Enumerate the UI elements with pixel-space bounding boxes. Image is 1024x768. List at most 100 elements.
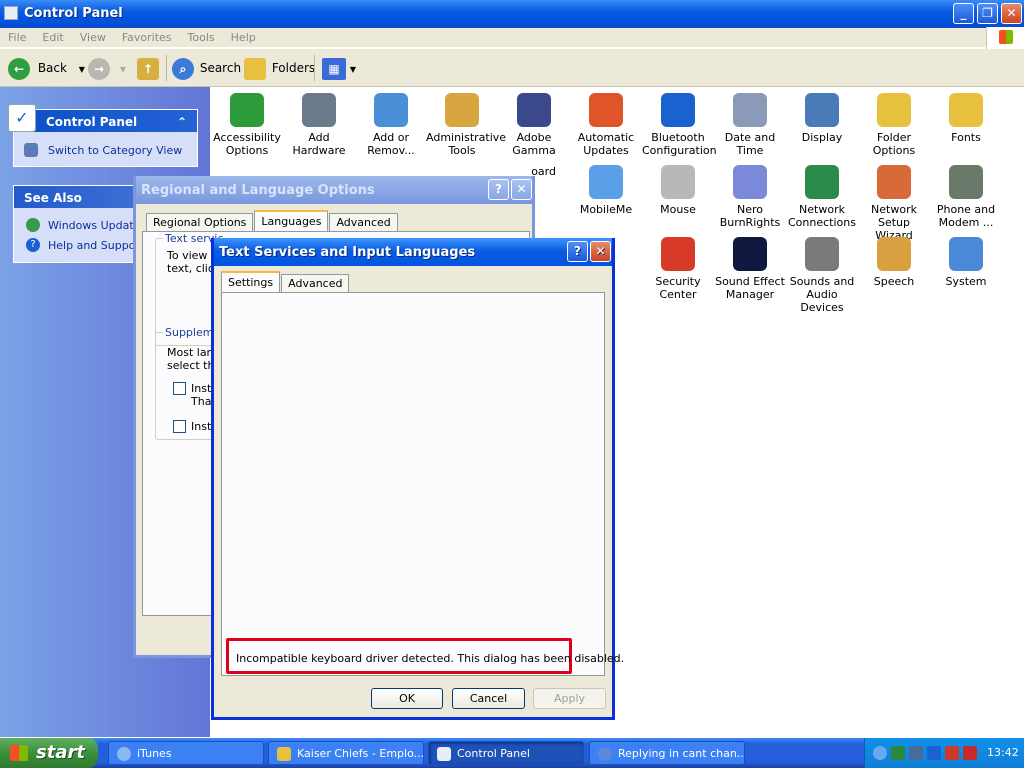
tab-advanced[interactable]: Advanced xyxy=(281,274,350,292)
taskbar-item-kaiser-chiefs[interactable]: Kaiser Chiefs - Emplo... xyxy=(268,741,424,765)
menu-favorites[interactable]: Favorites xyxy=(114,28,180,44)
views-dropdown-icon[interactable]: ▼ xyxy=(350,65,356,74)
cp-item-add-hardware[interactable]: Add Hardware xyxy=(283,93,355,157)
cp-item-speech[interactable]: Speech xyxy=(858,237,930,288)
menu-help[interactable]: Help xyxy=(223,28,264,44)
cp-item-security-center[interactable]: Security Center xyxy=(642,237,714,301)
close-button[interactable]: ✕ xyxy=(1001,3,1022,24)
taskbar-item-control-panel[interactable]: Control Panel xyxy=(428,741,584,765)
switch-category-view-link[interactable]: Switch to Category View xyxy=(48,144,182,157)
folder-options-icon xyxy=(877,93,911,127)
tray-app-icon[interactable] xyxy=(891,746,905,760)
taskbar-item-itunes[interactable]: iTunes xyxy=(108,741,264,765)
tray-expand-icon[interactable] xyxy=(873,746,887,760)
cp-item-mobileme[interactable]: MobileMe xyxy=(570,165,642,216)
forward-dropdown-icon[interactable]: ▼ xyxy=(120,65,126,74)
back-button[interactable]: ← Back ▼ xyxy=(8,57,85,80)
cp-item-label: Mouse xyxy=(660,203,696,216)
folders-button[interactable]: Folders xyxy=(244,57,315,80)
folder-icon xyxy=(277,747,291,761)
cp-item-administrative-tools[interactable]: Administrative Tools xyxy=(426,93,506,157)
tray-network-icon[interactable] xyxy=(909,746,923,760)
ok-button[interactable]: OK xyxy=(371,688,443,709)
bluetooth-icon xyxy=(661,93,695,127)
cp-item-label: Automatic Updates xyxy=(577,131,635,157)
minimize-button[interactable]: _ xyxy=(953,3,974,24)
cp-item-automatic-updates[interactable]: Automatic Updates xyxy=(570,93,642,157)
cp-item-label: Adobe Gamma xyxy=(512,131,556,157)
cp-item-accessibility[interactable]: Accessibility Options xyxy=(211,93,283,157)
settings-panel: Incompatible keyboard driver detected. T… xyxy=(221,292,624,676)
tab-languages[interactable]: Languages xyxy=(254,210,329,231)
tab-advanced[interactable]: Advanced xyxy=(329,213,398,231)
taskbar-item-replying[interactable]: Replying in cant chan... xyxy=(589,741,745,765)
window-titlebar[interactable]: Control Panel _ ❐ ✕ xyxy=(0,0,1024,28)
text-services-titlebar[interactable]: Text Services and Input Languages ? ✕ xyxy=(214,238,612,266)
cp-item-bluetooth[interactable]: Bluetooth Configuration xyxy=(642,93,717,157)
regional-dialog-titlebar[interactable]: Regional and Language Options ? ✕ xyxy=(136,176,532,204)
system-icon xyxy=(949,237,983,271)
tab-settings[interactable]: Settings xyxy=(221,271,281,292)
back-dropdown-icon[interactable]: ▼ xyxy=(79,65,85,74)
nero-icon xyxy=(733,165,767,199)
help-button[interactable]: ? xyxy=(567,241,588,262)
control-panel-logo-icon: ✓ xyxy=(8,104,36,132)
menu-view[interactable]: View xyxy=(72,28,114,44)
forward-arrow-icon: → xyxy=(88,57,110,80)
cp-item-network-connections[interactable]: Network Connections xyxy=(786,165,858,229)
cp-item-network-setup[interactable]: Network Setup Wizard xyxy=(858,165,930,242)
cp-item-phone-modem[interactable]: Phone and Modem ... xyxy=(930,165,1002,229)
control-panel-task-header[interactable]: Control Panel ⌃ xyxy=(14,110,197,132)
cp-item-date-time[interactable]: Date and Time xyxy=(714,93,786,157)
cp-item-sound-effect[interactable]: Sound Effect Manager xyxy=(714,237,786,301)
cp-item-label: Display xyxy=(801,131,843,144)
toolbar: ← Back ▼ → ▼ ↑ ⌕ Search Folders ▦ ▼ xyxy=(0,49,1024,87)
cp-item-label: Fonts xyxy=(951,131,981,144)
tray-bluetooth-icon[interactable] xyxy=(927,746,941,760)
cp-item-label: Security Center xyxy=(655,275,701,301)
cp-item-nero[interactable]: Nero BurnRights xyxy=(714,165,786,229)
help-button[interactable]: ? xyxy=(488,179,509,200)
install-complex-script-checkbox[interactable] xyxy=(173,382,186,395)
up-folder-button[interactable]: ↑ xyxy=(137,57,159,80)
switch-view-icon xyxy=(24,143,38,157)
cp-item-label: Date and Time xyxy=(724,131,776,157)
tray-security-icon[interactable] xyxy=(945,746,959,760)
install-east-asian-checkbox[interactable] xyxy=(173,420,186,433)
cp-item-mouse[interactable]: Mouse xyxy=(642,165,714,216)
cp-item-adobe-gamma[interactable]: Adobe Gamma xyxy=(498,93,570,157)
cp-item-label: Nero BurnRights xyxy=(719,203,781,229)
menu-tools[interactable]: Tools xyxy=(180,28,223,44)
cp-item-label: Accessibility Options xyxy=(213,131,281,157)
cp-item-label: Add or Remov... xyxy=(367,131,415,157)
help-support-link[interactable]: Help and Support xyxy=(48,239,144,252)
menu-file[interactable]: File xyxy=(0,28,34,44)
tab-regional-options[interactable]: Regional Options xyxy=(146,213,254,231)
tray-shield-icon[interactable] xyxy=(963,746,977,760)
cp-item-folder-options[interactable]: Folder Options xyxy=(858,93,930,157)
cp-item-label: Bluetooth Configuration xyxy=(642,131,717,157)
forward-button[interactable]: → ▼ xyxy=(88,57,126,80)
cp-item-display[interactable]: Display xyxy=(786,93,858,144)
search-button[interactable]: ⌕ Search xyxy=(172,57,241,80)
cp-item-add-remove-programs[interactable]: Add or Remov... xyxy=(355,93,427,157)
menu-edit[interactable]: Edit xyxy=(34,28,71,44)
collapse-icon[interactable]: ⌃ xyxy=(177,115,187,129)
text-services-close-button[interactable]: ✕ xyxy=(590,241,611,262)
apply-button[interactable]: Apply xyxy=(533,688,606,709)
regional-close-button[interactable]: ✕ xyxy=(511,179,532,200)
up-folder-icon: ↑ xyxy=(137,57,159,80)
start-button[interactable]: start xyxy=(0,738,98,768)
windows-update-link[interactable]: Windows Update xyxy=(48,219,140,232)
views-button[interactable]: ▦ ▼ xyxy=(322,57,356,80)
clock[interactable]: 13:42 xyxy=(987,746,1019,759)
cp-item-system[interactable]: System xyxy=(930,237,1002,288)
network-setup-icon xyxy=(877,165,911,199)
maximize-button[interactable]: ❐ xyxy=(977,3,998,24)
cp-item-label: Phone and Modem ... xyxy=(936,203,996,229)
cp-item-fonts[interactable]: Fonts xyxy=(930,93,1002,144)
cp-item-sounds[interactable]: Sounds and Audio Devices xyxy=(786,237,858,314)
cp-item-label: Sounds and Audio Devices xyxy=(789,275,855,314)
cp-item-label: Add Hardware xyxy=(292,131,346,157)
cancel-button[interactable]: Cancel xyxy=(452,688,525,709)
